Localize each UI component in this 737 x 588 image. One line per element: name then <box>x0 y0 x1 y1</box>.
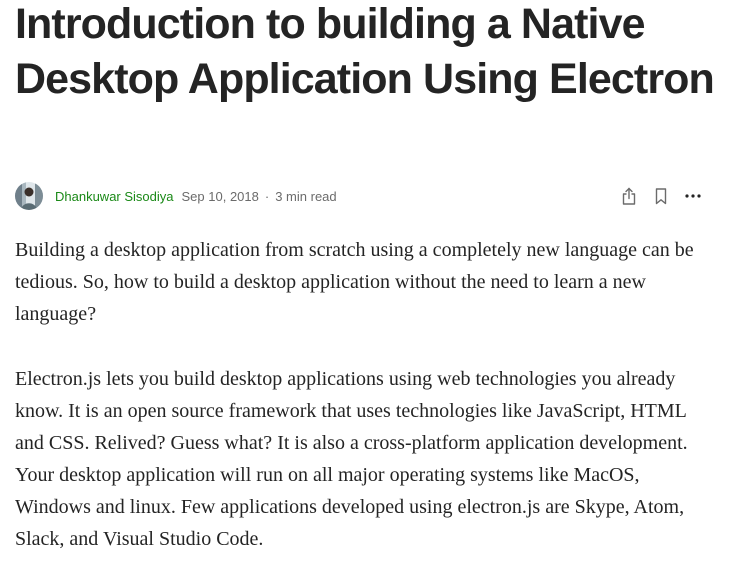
read-time: 3 min read <box>275 188 337 204</box>
bookmark-button[interactable] <box>649 184 673 208</box>
paragraph-intro: Building a desktop application from scra… <box>15 239 694 325</box>
paragraph-electron: Electron.js lets you build desktop appli… <box>15 368 688 550</box>
avatar-image <box>15 182 43 210</box>
author-avatar[interactable] <box>15 182 43 210</box>
share-icon <box>622 187 636 205</box>
article-body: Building a desktop application from scra… <box>15 234 715 588</box>
more-icon <box>685 194 701 198</box>
article-actions <box>617 184 705 208</box>
article-byline: Dhankuwar Sisodiya Sep 10, 2018 · 3 min … <box>15 181 705 211</box>
author-name[interactable]: Dhankuwar Sisodiya <box>55 189 174 204</box>
more-button[interactable] <box>681 184 705 208</box>
article-title: Introduction to building a Native Deskto… <box>15 0 715 103</box>
byline-separator: · <box>264 188 270 204</box>
bookmark-icon <box>655 188 667 205</box>
article: Introduction to building a Native Deskto… <box>15 0 715 550</box>
publish-date[interactable]: Sep 10, 2018 <box>182 189 259 204</box>
share-button[interactable] <box>617 184 641 208</box>
